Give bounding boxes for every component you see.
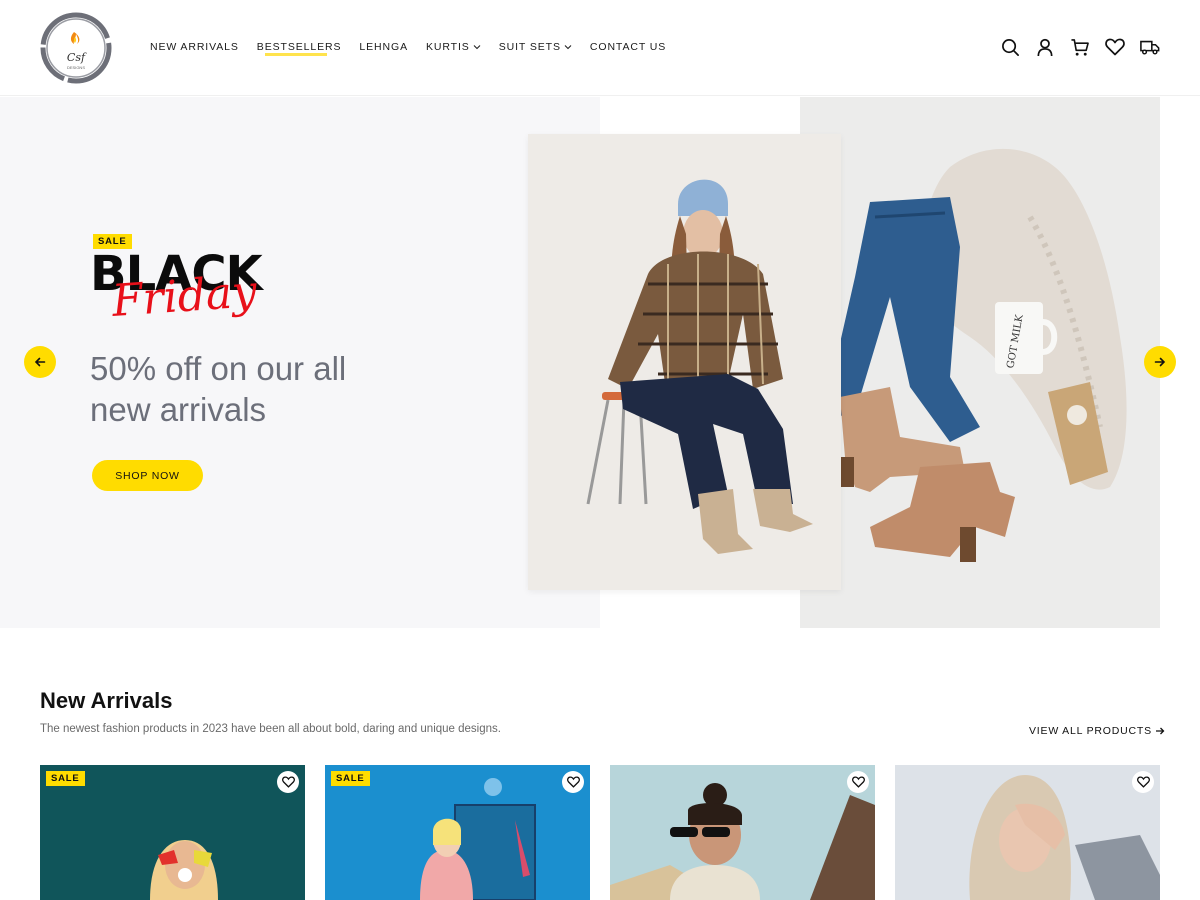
hero-subtitle: 50% off on our all new arrivals — [90, 350, 347, 428]
nav-suit-sets[interactable]: SUIT SETS — [499, 41, 572, 53]
hero-prev-button[interactable] — [24, 346, 56, 378]
section-description: The newest fashion products in 2023 have… — [40, 723, 501, 735]
site-header: Csf DESIGNS NEW ARRIVALS BESTSELLERS LEH… — [0, 0, 1200, 96]
nav-new-arrivals[interactable]: NEW ARRIVALS — [150, 41, 239, 53]
user-icon[interactable] — [1035, 36, 1055, 58]
sale-badge: SALE — [46, 771, 85, 786]
product-image — [895, 765, 1160, 900]
truck-icon[interactable] — [1140, 36, 1160, 58]
product-card[interactable] — [610, 765, 875, 900]
chevron-down-icon — [473, 45, 481, 50]
nav-bestsellers[interactable]: BESTSELLERS — [257, 41, 342, 56]
section-title: New Arrivals — [40, 688, 173, 713]
main-nav: NEW ARRIVALS BESTSELLERS LEHNGA KURTIS S… — [150, 41, 684, 56]
arrow-right-icon — [1155, 727, 1165, 735]
product-card[interactable]: SALE — [325, 765, 590, 900]
cart-icon[interactable] — [1070, 36, 1090, 58]
arrow-left-icon — [34, 357, 46, 367]
product-image — [610, 765, 875, 900]
wishlist-button[interactable] — [562, 771, 584, 793]
heart-icon — [851, 776, 865, 788]
nav-kurtis[interactable]: KURTIS — [426, 41, 481, 53]
brand-logo[interactable]: Csf DESIGNS — [38, 10, 114, 86]
logo-subtext: DESIGNS — [67, 65, 85, 70]
heart-icon — [1136, 776, 1150, 788]
chevron-down-icon — [564, 45, 572, 50]
wishlist-button[interactable] — [277, 771, 299, 793]
logo-text: Csf — [67, 51, 87, 64]
nav-lehnga[interactable]: LEHNGA — [359, 41, 408, 53]
hero-title-script: Friday — [110, 266, 259, 327]
wishlist-button[interactable] — [847, 771, 869, 793]
product-card[interactable] — [895, 765, 1160, 900]
heart-icon[interactable] — [1105, 36, 1125, 58]
heart-icon — [281, 776, 295, 788]
hero-model-image — [528, 134, 841, 590]
heart-icon — [566, 776, 580, 788]
hero-next-button[interactable] — [1144, 346, 1176, 378]
arrow-right-icon — [1154, 357, 1166, 367]
sale-badge: SALE — [331, 771, 370, 786]
wishlist-button[interactable] — [1132, 771, 1154, 793]
product-card[interactable]: SALE — [40, 765, 305, 900]
search-icon[interactable] — [1000, 36, 1020, 58]
nav-contact-us[interactable]: CONTACT US — [590, 41, 666, 53]
header-icons — [1000, 36, 1160, 58]
hero-flatlay-image: GOT MILK — [800, 97, 1160, 628]
view-all-products-link[interactable]: VIEW ALL PRODUCTS — [1029, 725, 1165, 737]
shop-now-button[interactable]: SHOP NOW — [92, 460, 203, 491]
